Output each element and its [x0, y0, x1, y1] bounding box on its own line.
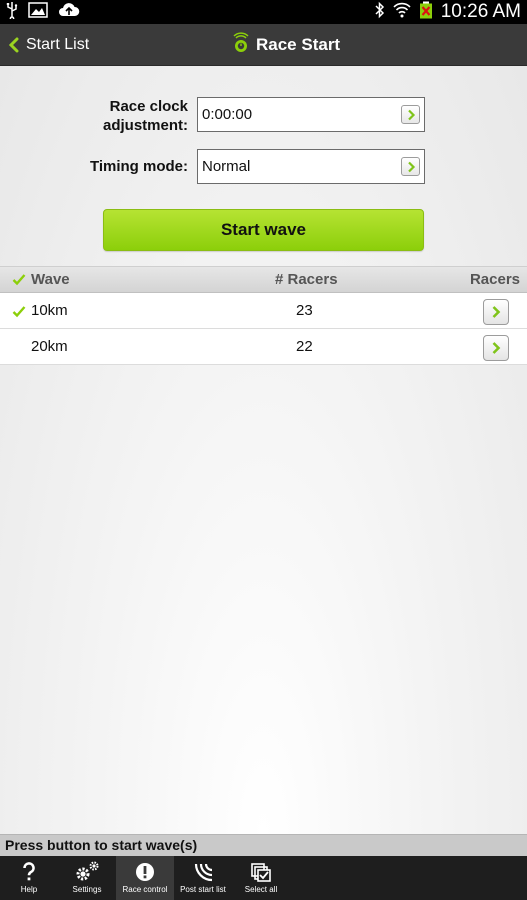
cloud-upload-icon — [58, 1, 80, 24]
select-all-icon — [250, 856, 272, 882]
bluetooth-icon — [375, 1, 385, 24]
checkmark-icon[interactable] — [12, 305, 26, 323]
wave-name: 10km — [31, 302, 68, 319]
checkmark-icon — [12, 273, 26, 291]
clock-adjust-label-line2: adjustment: — [102, 117, 188, 134]
image-icon — [28, 1, 48, 24]
header-racer-count[interactable]: # Racers — [275, 267, 338, 292]
help-icon — [22, 856, 36, 882]
battery-alert-icon — [419, 1, 433, 24]
header-racers[interactable]: Racers — [470, 267, 520, 292]
post-start-list-label: Post start list — [180, 885, 226, 894]
help-button[interactable]: Help — [0, 856, 58, 900]
post-start-list-button[interactable]: Post start list — [174, 856, 232, 900]
racer-count: 23 — [296, 302, 313, 319]
wave-name: 20km — [31, 338, 68, 355]
timing-mode-value: Normal — [202, 158, 251, 175]
racers-detail-button[interactable] — [483, 299, 509, 325]
select-all-label: Select all — [244, 885, 278, 894]
table-row[interactable]: 10km 23 — [0, 293, 527, 329]
race-control-label: Race control — [122, 885, 168, 894]
status-bar: 10:26 AM — [0, 0, 527, 24]
settings-button[interactable]: Settings — [58, 856, 116, 900]
broadcast-icon — [192, 856, 214, 882]
back-button[interactable]: Start List — [8, 24, 89, 66]
racers-detail-button[interactable] — [483, 335, 509, 361]
chevron-right-icon[interactable] — [401, 105, 420, 124]
wifi-icon — [393, 2, 411, 23]
status-message: Press button to start wave(s) — [5, 837, 198, 853]
select-all-button[interactable]: Select all — [232, 856, 290, 900]
clock-adjust-label: Race clock adjustment: — [103, 97, 188, 135]
back-chevron-icon — [8, 37, 20, 53]
title-area: Race Start — [232, 24, 340, 66]
timing-mode-field[interactable]: Normal — [197, 149, 425, 184]
clock-time: 10:26 AM — [440, 1, 521, 22]
clock-adjust-field[interactable]: 0:00:00 — [197, 97, 425, 132]
usb-icon — [6, 1, 18, 24]
status-message-bar: Press button to start wave(s) — [0, 834, 527, 856]
settings-icon — [74, 856, 100, 882]
alert-icon — [135, 856, 155, 882]
clock-adjust-value: 0:00:00 — [202, 106, 253, 123]
timer-logo-icon — [232, 31, 250, 59]
timing-mode-label: Timing mode: — [89, 158, 188, 175]
table-row[interactable]: 20km 22 — [0, 329, 527, 365]
wave-table-header: Wave # Racers Racers — [0, 266, 527, 293]
back-label: Start List — [26, 36, 90, 53]
help-label: Help — [20, 885, 38, 894]
race-control-button[interactable]: Race control — [116, 856, 174, 900]
chevron-right-icon[interactable] — [401, 157, 420, 176]
bottom-toolbar: Help Settings Race control Post start li… — [0, 856, 527, 900]
header-wave[interactable]: Wave — [31, 267, 70, 292]
racer-count: 22 — [296, 338, 313, 355]
start-wave-button[interactable]: Start wave — [103, 209, 424, 251]
main-content: Race clock adjustment: 0:00:00 Timing mo… — [0, 66, 527, 834]
page-title: Race Start — [256, 35, 341, 54]
action-bar: Start List Race Start — [0, 24, 527, 66]
clock-adjust-label-line1: Race clock — [109, 98, 188, 115]
settings-label: Settings — [72, 885, 102, 894]
